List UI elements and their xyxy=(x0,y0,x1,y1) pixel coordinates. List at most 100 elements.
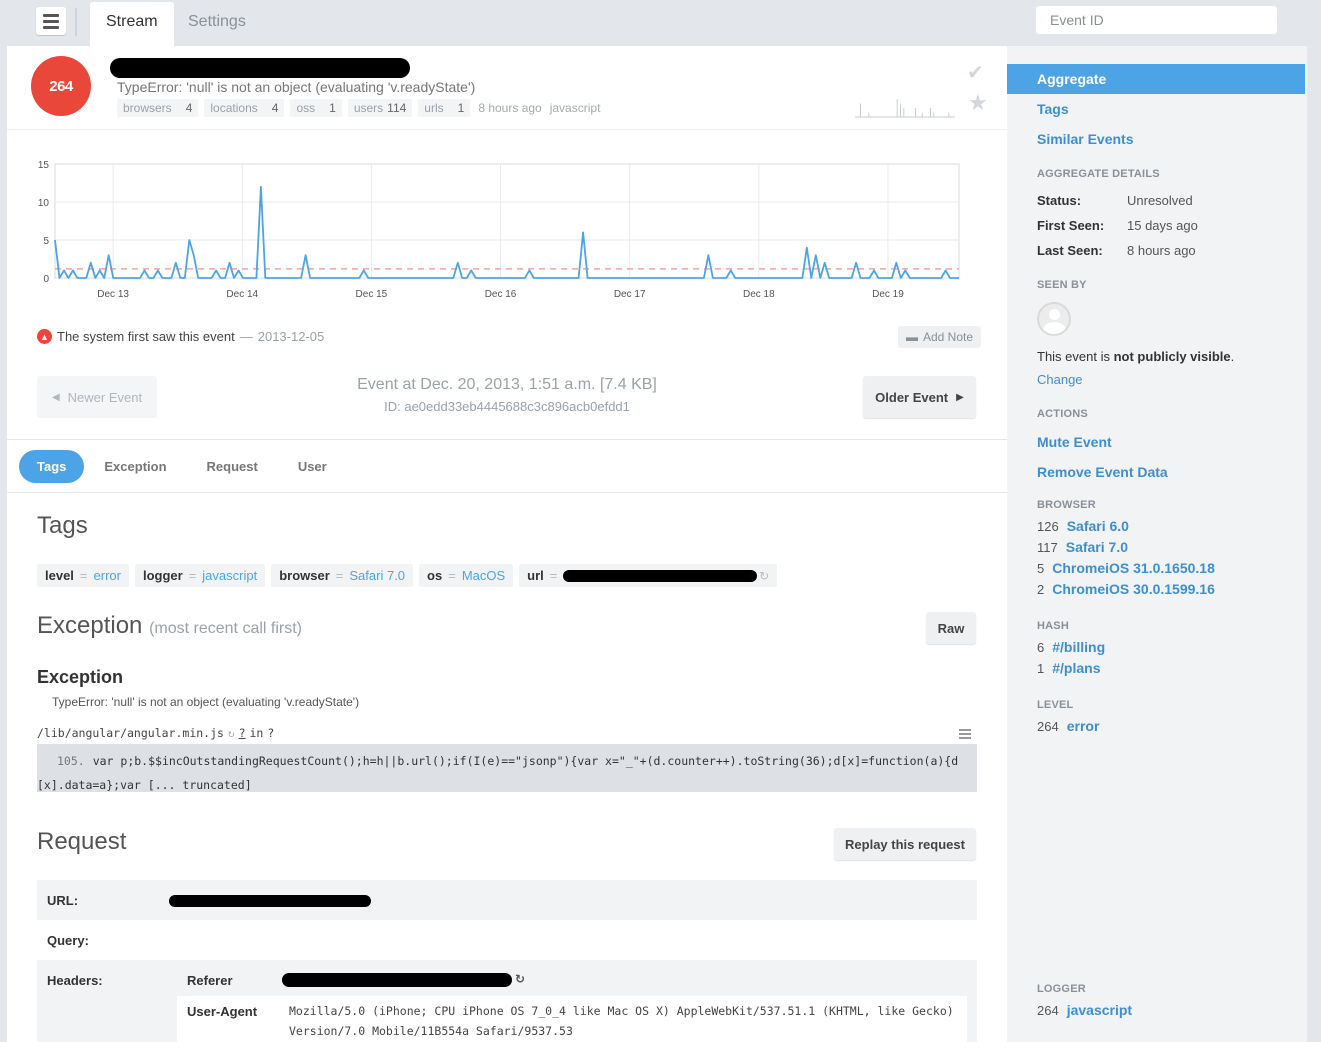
stack-frame-path: /lib/angular/angular.min.js ↻ ? in ? xyxy=(37,726,274,740)
browser-link[interactable]: ChromeiOS 30.0.1599.16 xyxy=(1052,581,1215,597)
tab-request[interactable]: Request xyxy=(187,450,278,483)
frame-expand-icon[interactable] xyxy=(959,729,971,739)
tag-key: browser xyxy=(279,568,330,583)
add-note-button[interactable]: ▬ Add Note xyxy=(898,326,982,348)
tag-value[interactable]: error xyxy=(94,568,121,583)
section-divider xyxy=(7,492,1007,493)
event-frequency-chart: 0 5 10 15 Dec 13 Dec 14 Dec 15 Dec 16 Dec 17 Dec … xyxy=(38,160,960,300)
y-tick-label: 10 xyxy=(38,198,50,209)
tag-value[interactable]: MacOS xyxy=(462,568,505,583)
meta-users[interactable]: users 114 xyxy=(347,99,413,117)
bookmark-star-icon[interactable]: ★ xyxy=(968,90,988,116)
x-tick-label: Dec 14 xyxy=(226,289,258,300)
replay-request-button[interactable]: Replay this request xyxy=(834,828,976,860)
alert-icon: ▲ xyxy=(37,329,52,344)
exception-subtitle: (most recent call first) xyxy=(149,620,302,637)
resolve-check-icon[interactable]: ✔ xyxy=(967,60,984,85)
tag-eq: = xyxy=(188,568,197,583)
external-link-icon[interactable]: ↻ xyxy=(759,569,769,583)
tag-url[interactable]: url = ↻ xyxy=(519,564,778,587)
older-event-button[interactable]: Older Event ▶ xyxy=(863,376,976,418)
chart-frame xyxy=(54,163,960,279)
newer-event-button[interactable]: ◀ Newer Event xyxy=(37,376,157,418)
meta-urls[interactable]: urls 1 xyxy=(418,99,471,117)
sidebar-item-aggregate[interactable]: Aggregate xyxy=(1007,64,1305,94)
browser-count: 5 xyxy=(1037,561,1045,576)
sparkline-bar xyxy=(900,103,901,117)
tag-value[interactable]: javascript xyxy=(202,568,257,583)
level-link[interactable]: error xyxy=(1067,718,1100,734)
browser-link[interactable]: Safari 7.0 xyxy=(1066,539,1128,555)
header-referer: Referer ↻ xyxy=(177,960,967,1000)
tag-eq: = xyxy=(549,568,558,583)
sidebar-item-similar-events[interactable]: Similar Events xyxy=(1037,131,1134,147)
tag-key: os xyxy=(427,568,443,583)
browser-link[interactable]: Safari 6.0 xyxy=(1067,518,1129,534)
meta-label: users xyxy=(353,101,384,115)
visibility-text: This event is not publicly visible. xyxy=(1037,349,1234,364)
first-seen-note: ▲ The system first saw this event — 2013… xyxy=(37,329,324,344)
tab-user[interactable]: User xyxy=(278,450,347,483)
event-id-input[interactable] xyxy=(1036,6,1277,34)
meta-label: oss xyxy=(296,101,316,115)
first-seen-text: The system first saw this event xyxy=(57,329,235,344)
tag-eq: = xyxy=(448,568,456,583)
tab-tags[interactable]: Tags xyxy=(19,450,85,483)
redacted-referer xyxy=(282,973,512,987)
visibility-status: not publicly visible xyxy=(1113,349,1231,364)
header-user-agent: User-Agent Mozilla/5.0 (iPhone; CPU iPho… xyxy=(177,996,967,1042)
tag-browser[interactable]: browser = Safari 7.0 xyxy=(271,564,414,587)
meta-locations[interactable]: locations 4 xyxy=(204,99,285,117)
raw-button[interactable]: Raw xyxy=(926,612,976,644)
logger-link[interactable]: javascript xyxy=(1067,1002,1132,1018)
detail-tabs: Tags Exception Request User xyxy=(19,450,347,483)
y-tick-label: 0 xyxy=(43,274,49,285)
meta-browsers[interactable]: browsers 4 xyxy=(117,99,199,117)
external-link-icon[interactable]: ↻ xyxy=(228,727,235,740)
detail-key: Last Seen: xyxy=(1037,243,1103,258)
avatar[interactable] xyxy=(1037,302,1071,336)
visibility-prefix: This event is xyxy=(1037,349,1110,364)
meta-oss[interactable]: oss 1 xyxy=(290,99,342,117)
x-tick-label: Dec 13 xyxy=(97,289,129,300)
browser-item: 126 Safari 6.0 xyxy=(1037,518,1129,534)
tag-logger[interactable]: logger = javascript xyxy=(134,564,266,587)
logger-count: 264 xyxy=(1037,1003,1059,1018)
tag-key: url xyxy=(527,568,544,583)
request-heading: Request xyxy=(37,828,127,855)
hash-count: 6 xyxy=(1037,640,1045,655)
redacted-url xyxy=(563,569,758,582)
sparkline xyxy=(855,99,955,118)
mute-event-link[interactable]: Mute Event xyxy=(1037,434,1112,450)
meta-label: urls xyxy=(424,101,444,115)
x-tick-label: Dec 15 xyxy=(356,289,388,300)
logger-heading: LOGGER xyxy=(1037,983,1086,995)
tag-key: level xyxy=(45,568,74,583)
remove-event-data-link[interactable]: Remove Event Data xyxy=(1037,464,1168,480)
chevron-left-icon: ◀ xyxy=(51,391,60,403)
tag-key: logger xyxy=(142,568,183,583)
tag-value[interactable]: Safari 7.0 xyxy=(349,568,405,583)
tab-settings[interactable]: Settings xyxy=(172,2,262,46)
change-visibility-link[interactable]: Change xyxy=(1037,372,1083,387)
browser-count: 117 xyxy=(1037,540,1058,555)
sidebar-item-tags[interactable]: Tags xyxy=(1037,101,1069,117)
window-edge xyxy=(1307,46,1321,1042)
tags-heading: Tags xyxy=(37,512,88,539)
tab-stream[interactable]: Stream xyxy=(90,2,174,46)
hash-link[interactable]: #/plans xyxy=(1052,660,1100,676)
tag-level[interactable]: level = error xyxy=(37,564,129,587)
external-link-icon[interactable]: ↻ xyxy=(515,972,525,986)
level-count: 264 xyxy=(1037,719,1059,734)
sparkline-bar xyxy=(915,108,916,117)
frame-function: ? xyxy=(267,726,275,740)
event-message: TypeError: 'null' is not an object (eval… xyxy=(117,79,476,95)
menu-icon[interactable] xyxy=(36,7,66,35)
detail-value: 15 days ago xyxy=(1127,218,1198,233)
browser-link[interactable]: ChromeiOS 31.0.1650.18 xyxy=(1052,560,1215,576)
code-line: 105. var p;b.$$incOutstandingRequestCount… xyxy=(57,749,967,773)
hash-link[interactable]: #/billing xyxy=(1052,639,1105,655)
frame-file: /lib/angular/angular.min.js xyxy=(37,726,224,740)
tag-os[interactable]: os = MacOS xyxy=(419,564,514,587)
tab-exception[interactable]: Exception xyxy=(84,450,186,483)
